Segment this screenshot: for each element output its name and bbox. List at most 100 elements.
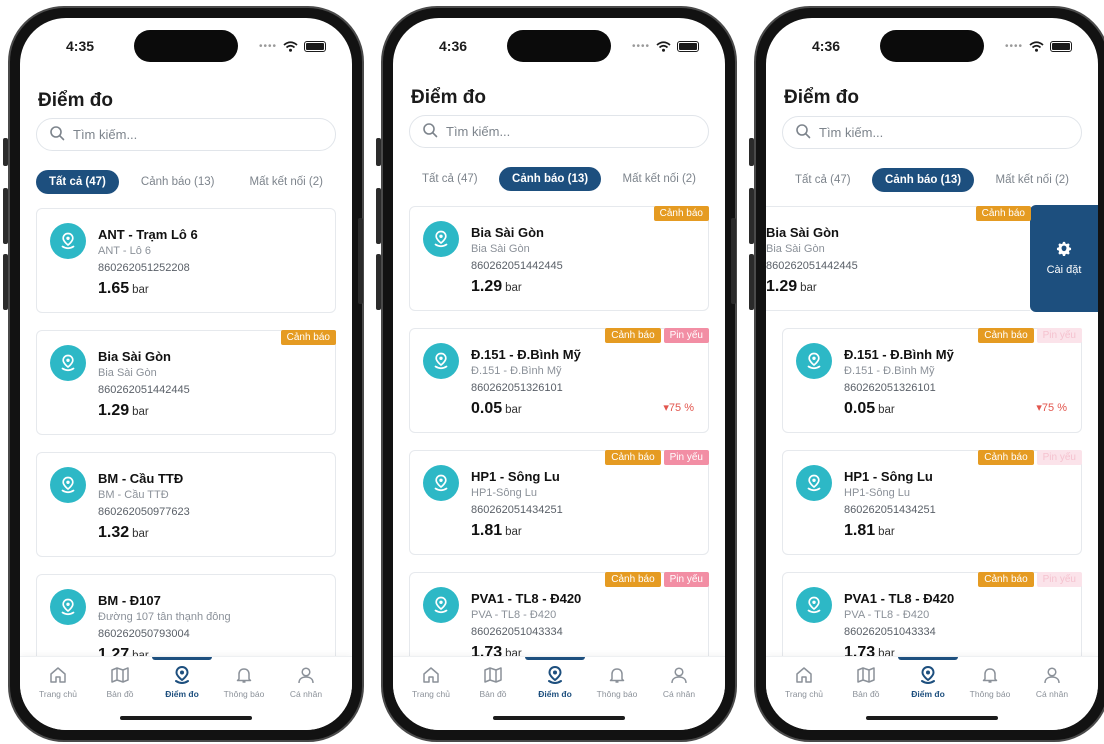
pressure-unit: bar xyxy=(132,284,149,296)
nav-label: Cá nhân xyxy=(1035,689,1069,699)
pressure-unit: bar xyxy=(505,282,522,294)
pressure-unit: bar xyxy=(132,406,149,418)
nav-item[interactable]: Điểm đo xyxy=(152,665,212,699)
tab-disconnected[interactable]: Mất kết nối (2) xyxy=(610,167,710,191)
station-card[interactable]: ANT - Trạm Lô 6 ANT - Lô 6 860262051252208… xyxy=(36,208,336,313)
low-battery-badge: Pin yếu xyxy=(663,450,709,465)
dynamic-island xyxy=(880,30,984,62)
nav-item[interactable]: Cá nhân xyxy=(1022,665,1082,699)
pressure-unit: bar xyxy=(878,404,895,416)
nav-item[interactable]: Bản đồ xyxy=(836,665,896,699)
pressure-unit: bar xyxy=(132,528,149,540)
settings-label: Cài đặt xyxy=(1046,264,1082,276)
nav-item[interactable]: Trang chủ xyxy=(774,665,834,699)
pressure-value: 1.32 xyxy=(98,524,130,541)
station-address: Đường 107 tân thạnh đông xyxy=(98,611,231,623)
tab-all[interactable]: Tất cả (47) xyxy=(36,170,119,194)
filter-tabs: Tất cả (47) Cảnh báo (13) Mất kết nối (2) xyxy=(36,168,336,196)
pressure-value: 0.05 xyxy=(471,400,503,417)
pressure-reading: 1.81 bar xyxy=(471,522,522,540)
pressure-reading: 1.65 bar xyxy=(98,280,149,298)
station-card[interactable]: BM - Cầu TTĐ BM - Cầu TTĐ 860262050977623 1… xyxy=(36,452,336,557)
low-battery-badge: Pin yếu xyxy=(663,572,709,587)
battery-icon xyxy=(677,41,699,52)
warning-badge: Cảnh báo xyxy=(978,328,1034,343)
phone-frame: 4:36 •••• Điểm đo Tìm kiếm... Tất cả (47) Cản… xyxy=(376,6,737,742)
warning-badge: Cảnh báo xyxy=(653,206,709,221)
settings-swipe-button[interactable]: Cài đặt xyxy=(1030,205,1098,312)
pressure-reading: 1.29 bar xyxy=(766,278,817,296)
search-input[interactable]: Tìm kiếm... xyxy=(409,115,709,148)
tab-disconnected[interactable]: Mất kết nối (2) xyxy=(983,168,1083,192)
station-imei: 860262050977623 xyxy=(98,506,190,518)
tab-warnings[interactable]: Cảnh báo (13) xyxy=(128,170,228,194)
status-time: 4:35 xyxy=(66,38,95,54)
station-pin-icon xyxy=(796,343,832,379)
nav-item[interactable]: Trang chủ xyxy=(401,665,461,699)
tab-warnings[interactable]: Cảnh báo (13) xyxy=(872,168,975,192)
station-card[interactable]: Bia Sài Gòn Bia Sài Gòn 860262051442445 1.2… xyxy=(766,206,1031,311)
pressure-reading: 0.05 bar xyxy=(471,400,522,418)
tab-all[interactable]: Tất cả (47) xyxy=(409,167,491,191)
search-icon xyxy=(795,123,811,142)
nav-item[interactable]: Bản đồ xyxy=(463,665,523,699)
nav-label: Điểm đo xyxy=(538,689,572,699)
nav-item[interactable]: Thông báo xyxy=(960,665,1020,699)
status-badges: Cảnh báo Pin yếu xyxy=(605,572,709,587)
station-pin-icon xyxy=(796,465,832,501)
tab-disconnected[interactable]: Mất kết nối (2) xyxy=(236,170,336,194)
station-imei: 860262051434251 xyxy=(471,504,563,516)
wifi-icon xyxy=(656,41,671,52)
station-name: Bia Sài Gòn xyxy=(766,225,839,240)
station-card[interactable]: HP1 - Sông Lu HP1-Sông Lu 860262051434251 1… xyxy=(782,450,1082,555)
nav-item[interactable]: Điểm đo xyxy=(525,665,585,699)
nav-item[interactable]: Thông báo xyxy=(214,665,274,699)
gear-icon xyxy=(1056,241,1072,260)
bell-icon xyxy=(587,665,647,685)
station-pin-icon xyxy=(50,589,86,625)
phone-frame: 4:35 •••• Điểm đo Tìm kiếm... Tất cả (47) Cản… xyxy=(3,6,364,742)
trend-value: 75 % xyxy=(668,402,694,414)
status-badges: Cảnh báo Pin yếu xyxy=(978,572,1082,587)
battery-icon xyxy=(304,41,326,52)
nav-item[interactable]: Trang chủ xyxy=(28,665,88,699)
station-imei: 860262051043334 xyxy=(471,626,563,638)
station-imei: 860262051252208 xyxy=(98,262,190,274)
home-indicator xyxy=(493,716,625,720)
station-address: PVA - TL8 - Đ420 xyxy=(844,609,930,621)
station-card[interactable]: Đ.151 - Đ.Bình Mỹ Đ.151 - Đ.Bình Mỹ 860262… xyxy=(409,328,709,433)
station-imei: 860262051442445 xyxy=(98,384,190,396)
station-card[interactable]: Bia Sài Gòn Bia Sài Gòn 860262051442445 1.2… xyxy=(409,206,709,311)
station-name: PVA1 - TL8 - Đ420 xyxy=(844,591,955,606)
nav-item[interactable]: Bản đồ xyxy=(90,665,150,699)
station-card[interactable]: Bia Sài Gòn Bia Sài Gòn 860262051442445 1.2… xyxy=(36,330,336,435)
nav-label: Bản đồ xyxy=(479,689,507,699)
nav-label: Điểm đo xyxy=(911,689,945,699)
tab-all[interactable]: Tất cả (47) xyxy=(782,168,864,192)
nav-item[interactable]: Cá nhân xyxy=(649,665,709,699)
nav-label: Cá nhân xyxy=(289,689,323,699)
low-battery-badge: Pin yếu xyxy=(1036,328,1082,343)
pressure-value: 1.81 xyxy=(471,522,503,539)
station-card[interactable]: HP1 - Sông Lu HP1-Sông Lu 860262051434251 1… xyxy=(409,450,709,555)
search-input[interactable]: Tìm kiếm... xyxy=(36,118,336,151)
tab-warnings[interactable]: Cảnh báo (13) xyxy=(499,167,602,191)
wifi-icon xyxy=(283,41,298,52)
battery-trend: ▾75 % xyxy=(663,401,694,414)
status-icons: •••• xyxy=(1005,41,1072,52)
search-icon xyxy=(49,125,65,144)
station-card[interactable]: Đ.151 - Đ.Bình Mỹ Đ.151 - Đ.Bình Mỹ 860262… xyxy=(782,328,1082,433)
warning-badge: Cảnh báo xyxy=(975,206,1031,221)
search-input[interactable]: Tìm kiếm... xyxy=(782,116,1082,149)
nav-item[interactable]: Cá nhân xyxy=(276,665,336,699)
pressure-value: 1.65 xyxy=(98,280,130,297)
pressure-reading: 1.29 bar xyxy=(471,278,522,296)
status-badges: Cảnh báo xyxy=(280,330,336,345)
nav-item[interactable]: Điểm đo xyxy=(898,665,958,699)
low-battery-badge: Pin yếu xyxy=(1036,572,1082,587)
low-battery-badge: Pin yếu xyxy=(663,328,709,343)
station-name: ANT - Trạm Lô 6 xyxy=(98,227,198,242)
page-title: Điểm đo xyxy=(38,90,113,111)
nav-item[interactable]: Thông báo xyxy=(587,665,647,699)
map-icon xyxy=(836,665,896,685)
